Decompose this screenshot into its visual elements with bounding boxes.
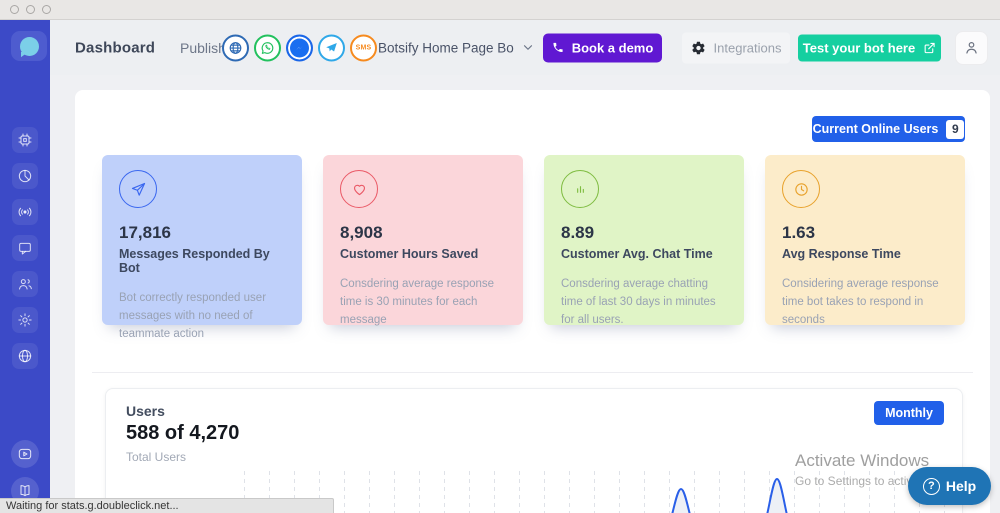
- messenger-channel-icon[interactable]: [286, 34, 313, 61]
- globe-icon: [17, 348, 33, 364]
- botsify-logo[interactable]: [11, 31, 47, 61]
- status-text: Waiting for stats.g.doubleclick.net...: [6, 500, 179, 512]
- sidebar-item-settings[interactable]: [12, 307, 38, 333]
- window-minimize-button[interactable]: [26, 5, 35, 14]
- sidebar-nav: [12, 127, 38, 369]
- bot-chip-icon: [17, 132, 33, 148]
- stat-cards-row: 17,816 Messages Responded By Bot Bot cor…: [102, 155, 965, 325]
- stat-label: Customer Hours Saved: [340, 247, 506, 261]
- users-icon: [17, 276, 33, 292]
- book-demo-button[interactable]: Book a demo: [543, 33, 662, 62]
- page-title: Dashboard: [75, 39, 155, 56]
- person-icon: [963, 39, 980, 56]
- window-title-bar: [0, 0, 1000, 20]
- users-chart-card: Users 588 of 4,270 Total Users Monthly: [105, 388, 963, 513]
- stat-description: Consdering average response time is 30 m…: [340, 276, 506, 329]
- sidebar-item-website[interactable]: [12, 343, 38, 369]
- whatsapp-channel-icon[interactable]: [254, 34, 281, 61]
- stat-card-avg-chat-time: 8.89 Customer Avg. Chat Time Consdering …: [544, 155, 744, 325]
- telegram-channel-icon[interactable]: [318, 34, 345, 61]
- stat-card-messages-responded: 17,816 Messages Responded By Bot Bot cor…: [102, 155, 302, 325]
- chat-bubble-logo-icon: [20, 37, 39, 56]
- stat-value: 8.89: [561, 223, 727, 243]
- sidebar: [0, 20, 50, 513]
- stat-card-hours-saved: 8,908 Customer Hours Saved Consdering av…: [323, 155, 523, 325]
- stat-description: Considering average response time bot ta…: [782, 276, 948, 329]
- window-close-button[interactable]: [10, 5, 19, 14]
- video-play-icon: [17, 446, 33, 462]
- bar-chart-icon: [561, 170, 599, 208]
- section-divider: [92, 372, 973, 373]
- docs-book-icon: [17, 483, 33, 499]
- monthly-period-button[interactable]: Monthly: [874, 401, 944, 425]
- online-users-count-badge: 9: [946, 120, 964, 139]
- sidebar-item-broadcast[interactable]: [12, 199, 38, 225]
- browser-status-bar: Waiting for stats.g.doubleclick.net...: [0, 498, 334, 513]
- chat-icon: [17, 240, 33, 256]
- heart-icon: [340, 170, 378, 208]
- current-online-users-button[interactable]: Current Online Users 9: [812, 116, 965, 142]
- sms-channel-icon[interactable]: SMS: [350, 34, 377, 61]
- send-icon: [119, 170, 157, 208]
- question-mark-icon: ?: [923, 478, 940, 495]
- dashboard-panel: Current Online Users 9 17,816 Messages R…: [75, 90, 990, 513]
- phone-icon: [552, 42, 564, 54]
- pie-chart-icon: [17, 168, 33, 184]
- stat-value: 17,816: [119, 223, 285, 243]
- stat-label: Messages Responded By Bot: [119, 247, 285, 275]
- users-subtitle: Total Users: [126, 450, 186, 464]
- stat-description: Bot correctly responded user messages wi…: [119, 290, 285, 343]
- stat-description: Consdering average chatting time of last…: [561, 276, 727, 329]
- publish-label: Publish: [180, 40, 226, 56]
- top-header: Dashboard Publish SMS Botsify Home Page …: [50, 20, 1000, 75]
- gear-icon: [691, 40, 706, 55]
- help-button[interactable]: ? Help: [908, 467, 991, 505]
- users-count: 588 of 4,270: [126, 422, 239, 445]
- broadcast-icon: [17, 204, 33, 220]
- user-account-button[interactable]: [955, 31, 988, 65]
- sidebar-item-livechat[interactable]: [12, 235, 38, 261]
- stat-card-avg-response-time: 1.63 Avg Response Time Considering avera…: [765, 155, 965, 325]
- sidebar-item-users[interactable]: [12, 271, 38, 297]
- test-bot-button[interactable]: Test your bot here: [798, 34, 941, 61]
- stat-value: 1.63: [782, 223, 948, 243]
- sidebar-item-video-tutorials[interactable]: [11, 440, 39, 468]
- stat-label: Customer Avg. Chat Time: [561, 247, 727, 261]
- stat-value: 8,908: [340, 223, 506, 243]
- clock-icon: [782, 170, 820, 208]
- publish-channels: SMS: [222, 34, 377, 61]
- window-zoom-button[interactable]: [42, 5, 51, 14]
- main-content: Current Online Users 9 17,816 Messages R…: [50, 75, 1000, 513]
- gear-icon: [17, 312, 33, 328]
- external-link-icon: [923, 41, 936, 54]
- sidebar-item-chatbot[interactable]: [12, 127, 38, 153]
- chevron-down-icon: [521, 41, 535, 55]
- integrations-button[interactable]: Integrations: [682, 32, 790, 63]
- stat-label: Avg Response Time: [782, 247, 948, 261]
- bot-selector-dropdown[interactable]: Botsify Home Page Bo: [378, 40, 535, 55]
- web-channel-icon[interactable]: [222, 34, 249, 61]
- users-section-title: Users: [126, 403, 165, 419]
- sidebar-item-analytics[interactable]: [12, 163, 38, 189]
- bot-selector-value: Botsify Home Page Bo: [378, 40, 514, 55]
